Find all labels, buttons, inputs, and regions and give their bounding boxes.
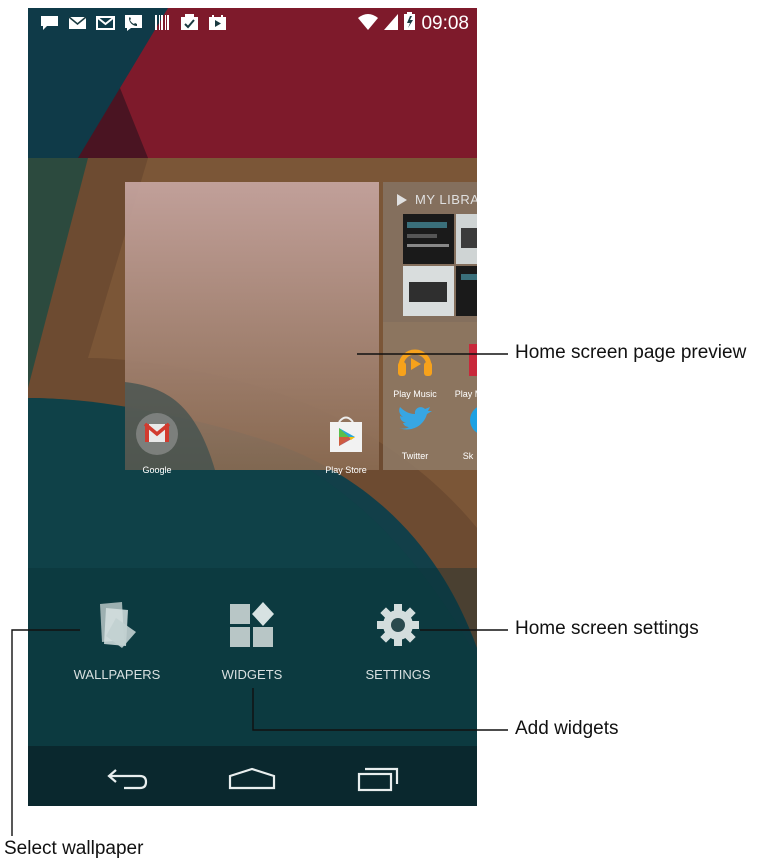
- callout-line-wallpaper: [11, 629, 80, 836]
- callout-widgets: Add widgets: [515, 718, 619, 739]
- callout-settings: Home screen settings: [515, 618, 699, 639]
- callout-lines: [11, 353, 508, 836]
- callout-line-widgets: [252, 688, 508, 731]
- callout-wallpaper: Select wallpaper: [4, 838, 144, 859]
- callout-page-preview: Home screen page preview: [515, 342, 747, 363]
